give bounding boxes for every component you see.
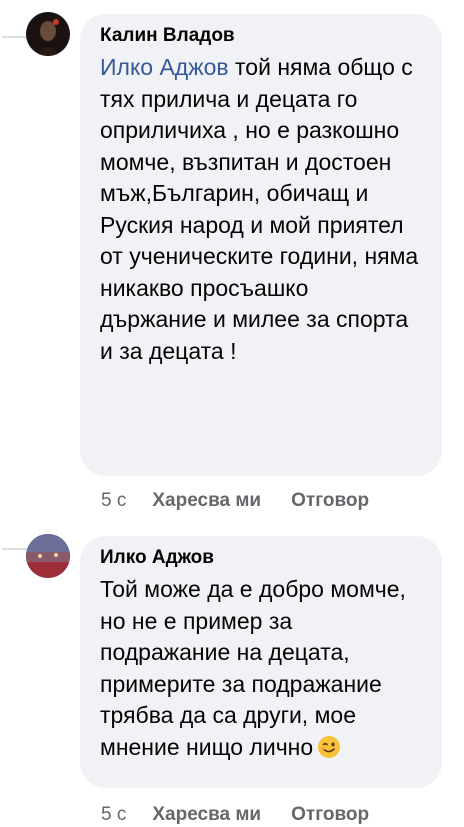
comment-timestamp[interactable]: 5 с (101, 490, 126, 512)
avatar[interactable] (26, 12, 70, 56)
winking-face-emoji-icon (317, 735, 341, 759)
comment-text: Илко Аджов той няма общо с тях прилича и… (100, 52, 420, 367)
comment-body: Той може да е добро момче, но не е приме… (100, 576, 406, 760)
comment-author[interactable]: Илко Аджов (100, 546, 420, 570)
mention-link[interactable]: Илко Аджов (100, 54, 229, 80)
reply-button[interactable]: Отговор (291, 490, 369, 512)
comment-actions: 5 с Харесва ми Отговор (101, 490, 369, 512)
comment-author[interactable]: Калин Владов (100, 24, 420, 48)
comment-bubble: Калин Владов Илко Аджов той няма общо с … (80, 14, 442, 476)
comment-body: той няма общо с тях прилича и децата го … (100, 54, 419, 364)
like-button[interactable]: Харесва ми (152, 804, 261, 826)
comment-text: Той може да е добро момче, но не е приме… (100, 574, 420, 763)
reply-button[interactable]: Отговор (291, 804, 369, 826)
avatar[interactable] (26, 534, 70, 578)
comment-timestamp[interactable]: 5 с (101, 804, 126, 826)
comment-bubble: Илко Аджов Той може да е добро момче, но… (80, 536, 442, 788)
comment-actions: 5 с Харесва ми Отговор (101, 804, 369, 826)
like-button[interactable]: Харесва ми (152, 490, 261, 512)
